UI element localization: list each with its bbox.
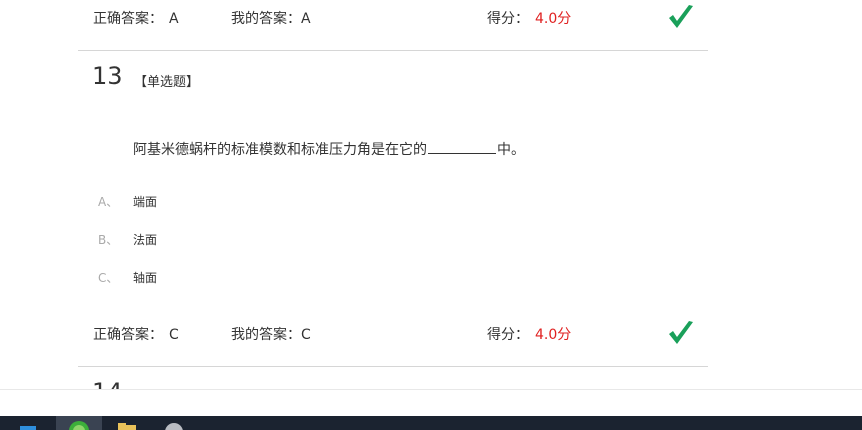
q13-correct-answer: 正确答案： C bbox=[93, 324, 179, 344]
my-answer-label: 我的答案： bbox=[231, 11, 301, 27]
score-value: 4.0分 bbox=[535, 327, 572, 343]
question-number: 13 bbox=[92, 62, 123, 90]
question-type: 【单选题】 bbox=[134, 75, 200, 90]
checkmark-icon bbox=[669, 5, 693, 28]
checkmark-icon bbox=[669, 321, 693, 344]
correct-answer-value: A bbox=[169, 11, 179, 27]
q13-answer-row: 正确答案： C 我的答案：C 得分： 4.0分 bbox=[0, 316, 862, 350]
q13-my-answer: 我的答案：C bbox=[231, 324, 311, 344]
app-icon[interactable] bbox=[156, 416, 192, 430]
windows-logo-shape bbox=[20, 426, 36, 430]
correct-answer-label: 正确答案： bbox=[93, 327, 163, 343]
question-stem: 阿基米德蜗杆的标准模数和标准压力角是在它的 中。 bbox=[133, 139, 525, 159]
my-answer-value: A bbox=[301, 11, 311, 27]
score-value: 4.0分 bbox=[535, 11, 572, 27]
q12-answer-row: 正确答案： A 我的答案：A 得分： 4.0分 bbox=[0, 0, 862, 34]
browser-logo-shape bbox=[69, 421, 89, 430]
score-label: 得分： bbox=[487, 327, 529, 343]
app-logo-shape bbox=[165, 423, 183, 430]
q12-my-answer: 我的答案：A bbox=[231, 8, 311, 28]
q12-correct-answer: 正确答案： A bbox=[93, 8, 179, 28]
option-text: 端面 bbox=[133, 195, 158, 209]
q13-score: 得分： 4.0分 bbox=[487, 324, 571, 344]
windows-start-icon[interactable] bbox=[14, 416, 42, 430]
option-letter: B、 bbox=[98, 233, 119, 247]
browser-icon[interactable] bbox=[56, 416, 102, 430]
option-text: 轴面 bbox=[133, 271, 158, 285]
stem-text-before: 阿基米德蜗杆的标准模数和标准压力角是在它的 bbox=[133, 142, 427, 158]
folder-icon[interactable] bbox=[110, 416, 144, 430]
option-letter: A、 bbox=[98, 195, 119, 209]
quiz-results-page: 正确答案： A 我的答案：A 得分： 4.0分 13 【单选题】 阿基米德蜗杆的标准… bbox=[0, 0, 862, 430]
q12-score: 得分： 4.0分 bbox=[487, 8, 571, 28]
correct-answer-value: C bbox=[169, 327, 179, 343]
divider bbox=[78, 50, 708, 51]
divider bbox=[78, 366, 708, 367]
fill-blank bbox=[428, 141, 496, 154]
my-answer-value: C bbox=[301, 327, 311, 343]
folder-shape bbox=[118, 423, 136, 430]
my-answer-label: 我的答案： bbox=[231, 327, 301, 343]
correct-answer-label: 正确答案： bbox=[93, 11, 163, 27]
stem-text-after: 中。 bbox=[497, 142, 525, 158]
taskbar bbox=[0, 416, 862, 430]
option-text: 法面 bbox=[133, 233, 158, 247]
option-letter: C、 bbox=[98, 271, 119, 285]
score-label: 得分： bbox=[487, 11, 529, 27]
viewport-edge bbox=[0, 389, 862, 390]
